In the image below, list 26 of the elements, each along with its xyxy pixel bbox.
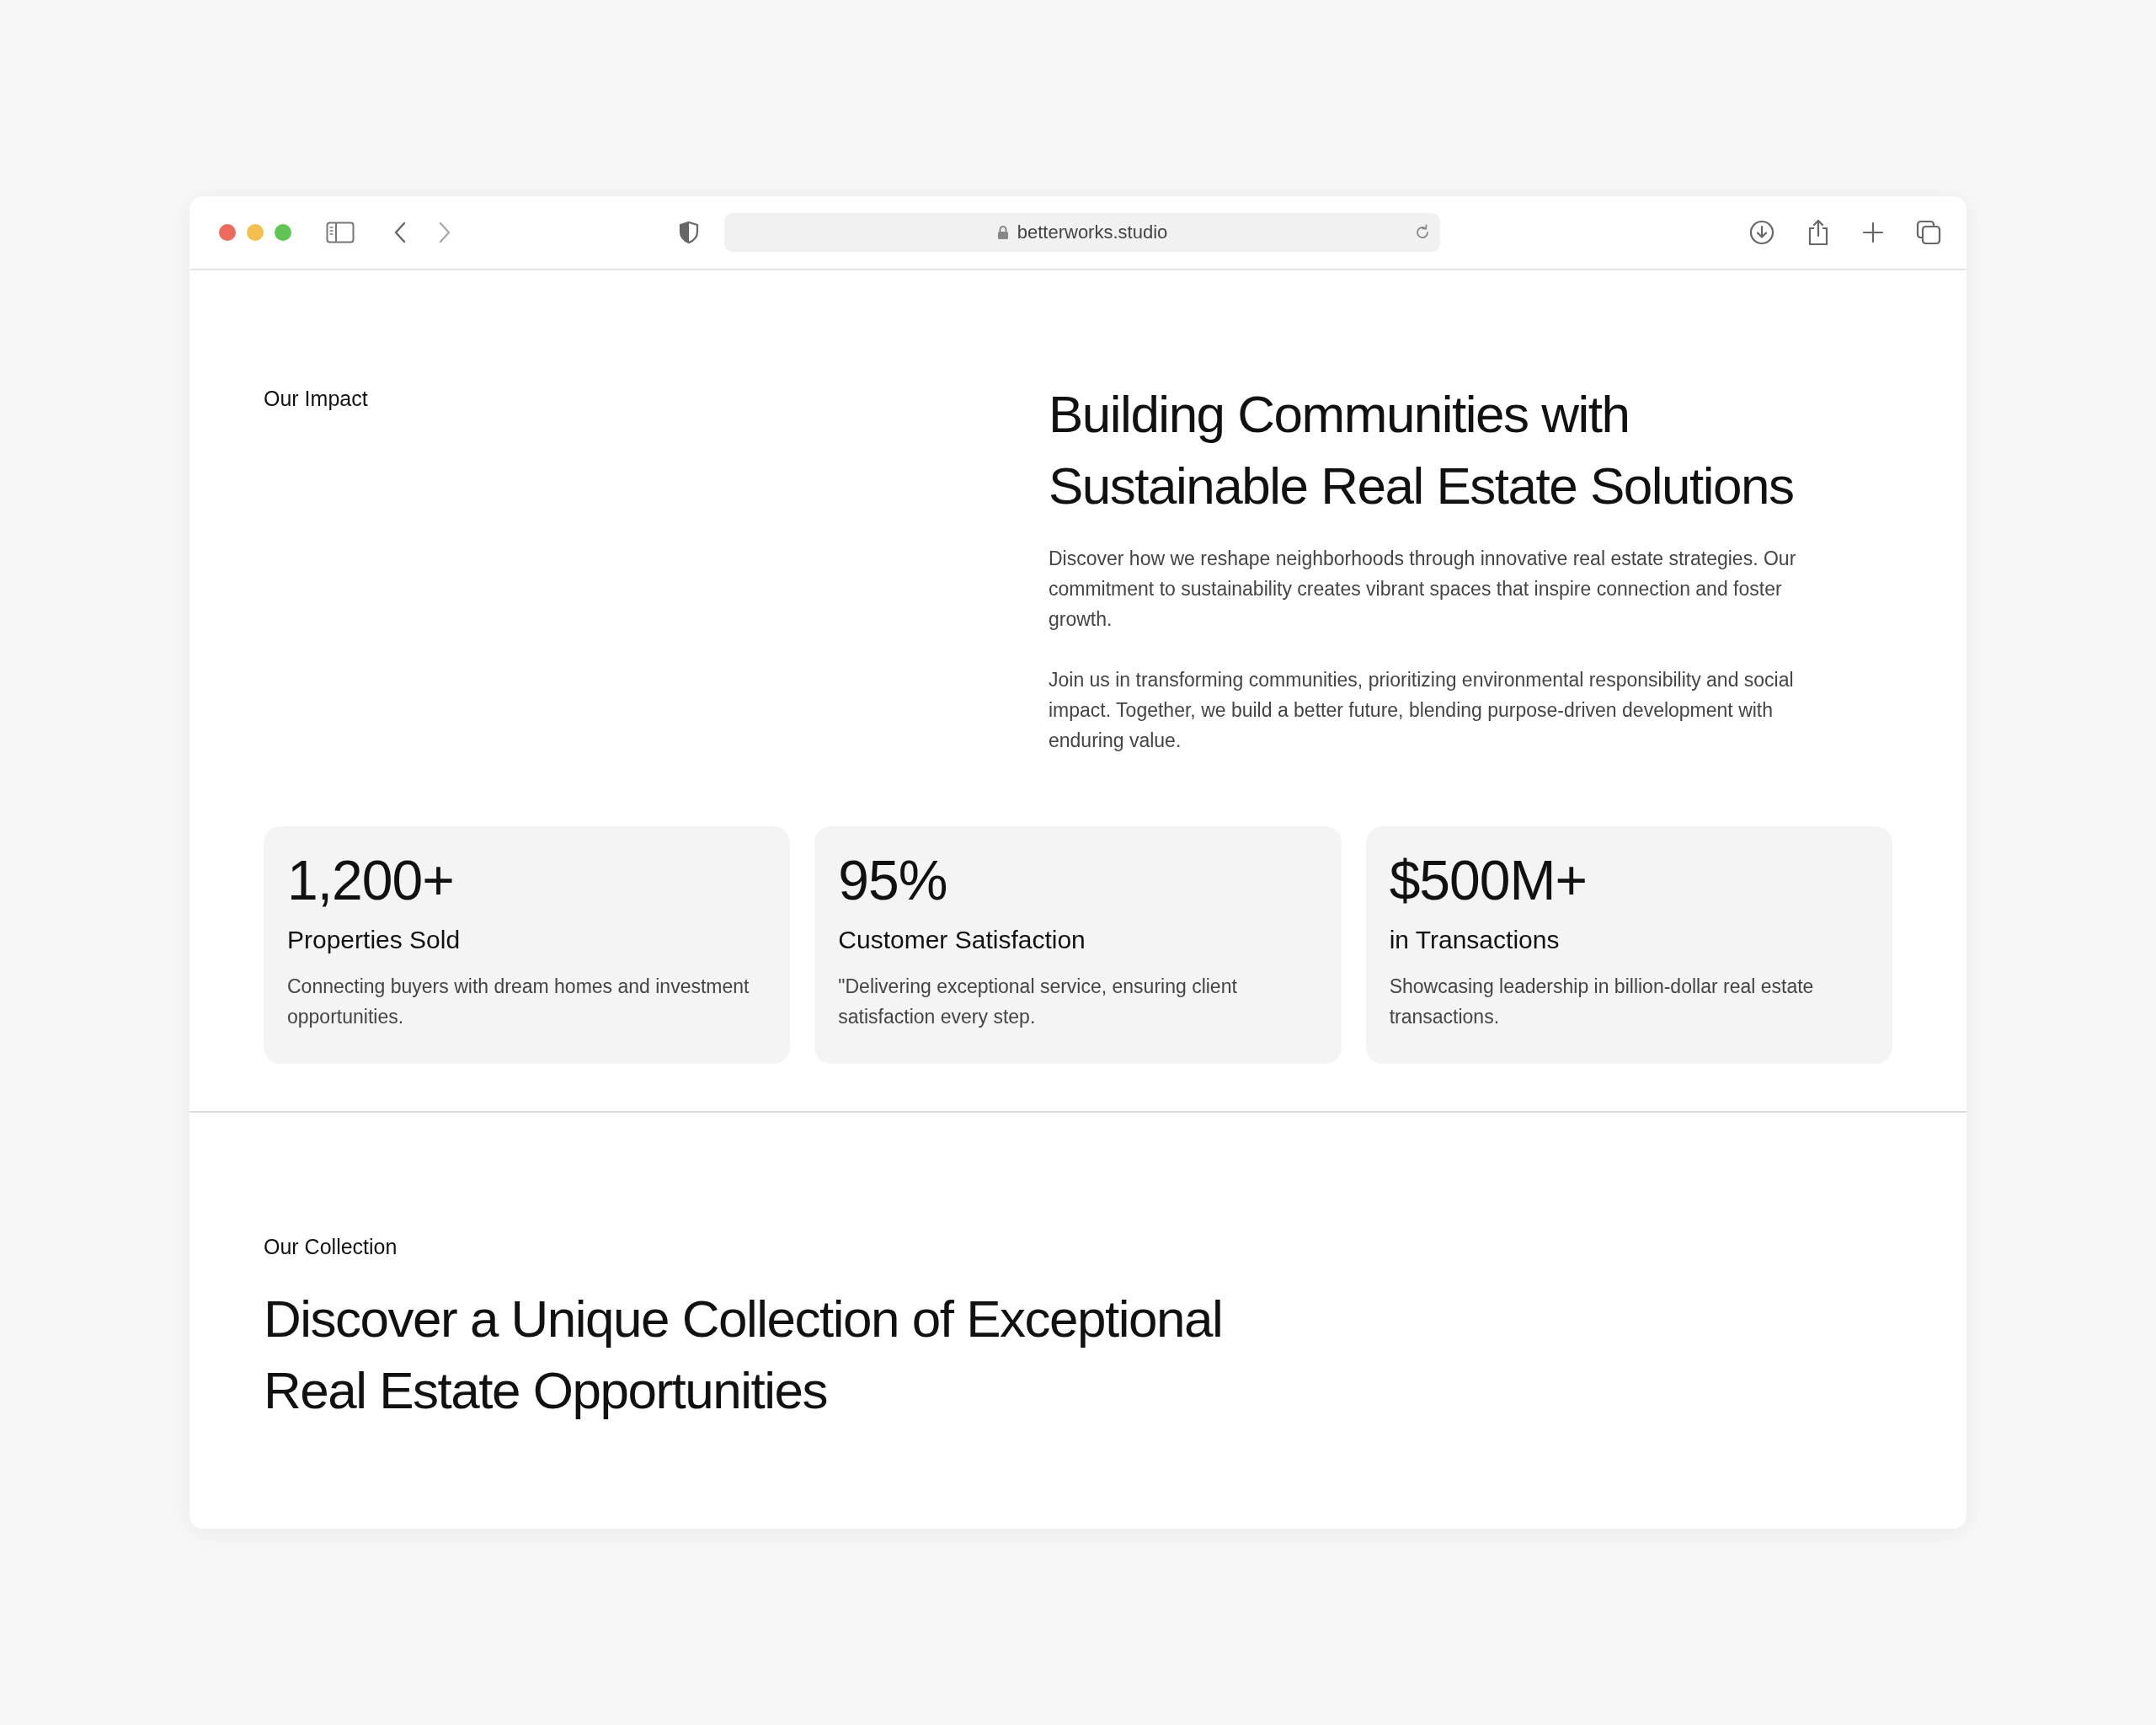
back-icon[interactable]	[393, 222, 407, 243]
url-text: betterworks.studio	[1017, 222, 1168, 243]
section-heading: Building Communities with Sustainable Real Estate Solutions	[1049, 384, 1795, 516]
stat-value: $500M+	[1389, 848, 1588, 913]
shield-icon[interactable]	[679, 221, 699, 244]
intro-paragraph: Discover how we reshape neighborhoods through innovative real estate strategies. Our commitment to sustainability creates vibrant spaces that inspire connection and foster growth.	[1049, 547, 1797, 632]
stat-value: 95%	[838, 848, 948, 913]
stat-description: Connecting buyers with dream homes and investment opportunities.	[287, 975, 750, 1029]
section-label: Our Collection	[264, 1235, 398, 1259]
sidebar-icon[interactable]	[326, 222, 355, 243]
tabs-overview-icon[interactable]	[1916, 220, 1941, 245]
lock-icon	[996, 225, 1009, 240]
share-icon[interactable]	[1806, 219, 1830, 246]
address-bar[interactable]: betterworks.studio	[724, 213, 1440, 252]
stat-label: Customer Satisfaction	[838, 926, 1086, 954]
stat-description: "Delivering exceptional service, ensuring client satisfaction every step.	[838, 975, 1238, 1029]
section-heading: Discover a Unique Collection of Exceptional Real Estate Opportunities	[264, 1289, 1224, 1421]
download-icon[interactable]	[1749, 220, 1774, 245]
stat-label: in Transactions	[1389, 926, 1561, 954]
stat-value: 1,200+	[287, 848, 455, 913]
intro-paragraph: Join us in transforming communities, prioritizing environmental responsibility and social impact. Together, we build a better future, blending purpose-driven development with enduring value.	[1049, 668, 1795, 753]
close-button[interactable]	[219, 224, 236, 241]
new-tab-icon[interactable]	[1862, 222, 1884, 243]
section-label: Our Impact	[264, 387, 368, 412]
stat-description: Showcasing leadership in billion-dollar real estate transactions.	[1389, 975, 1815, 1029]
stat-label: Properties Sold	[287, 926, 462, 954]
